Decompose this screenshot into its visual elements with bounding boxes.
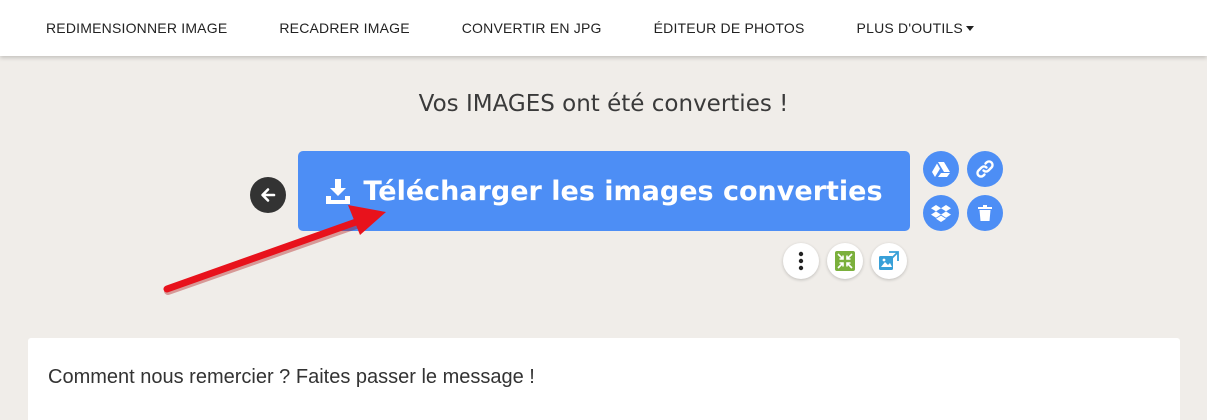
save-to-dropbox-button[interactable]: [923, 195, 959, 231]
nav-more-tools-label: PLUS D'OUTILS: [856, 20, 963, 36]
link-icon: [976, 160, 994, 178]
page-title: Vos IMAGES ont été converties !: [418, 91, 789, 117]
more-options-button[interactable]: [783, 243, 819, 279]
resize-icon: [879, 251, 899, 270]
back-button[interactable]: [250, 177, 286, 213]
share-card-title: Comment nous remercier ? Faites passer l…: [48, 366, 535, 388]
nav-resize-image[interactable]: REDIMENSIONNER IMAGE: [46, 20, 227, 36]
caret-down-icon: [965, 26, 974, 31]
compress-tool-button[interactable]: [827, 243, 863, 279]
copy-link-button[interactable]: [967, 151, 1003, 187]
delete-button[interactable]: [967, 195, 1003, 231]
trash-icon: [978, 205, 992, 221]
download-icon: [326, 179, 351, 204]
nav-more-tools[interactable]: PLUS D'OUTILS: [857, 20, 974, 36]
nav-photo-editor[interactable]: ÉDITEUR DE PHOTOS: [654, 20, 805, 36]
compress-icon: [835, 251, 855, 271]
download-button[interactable]: Télécharger les images converties: [298, 151, 910, 231]
nav-convert-jpg[interactable]: CONVERTIR EN JPG: [462, 20, 602, 36]
resize-tool-button[interactable]: [871, 243, 907, 279]
share-card: Comment nous remercier ? Faites passer l…: [28, 338, 1180, 420]
google-drive-icon: [932, 162, 950, 177]
nav-crop-image[interactable]: RECADRER IMAGE: [279, 20, 409, 36]
save-to-drive-button[interactable]: [923, 151, 959, 187]
more-vertical-icon: [798, 251, 804, 271]
top-navigation: REDIMENSIONNER IMAGE RECADRER IMAGE CONV…: [0, 0, 1207, 56]
download-button-label: Télécharger les images converties: [363, 175, 883, 207]
dropbox-icon: [931, 205, 951, 222]
arrow-left-icon: [261, 188, 276, 202]
